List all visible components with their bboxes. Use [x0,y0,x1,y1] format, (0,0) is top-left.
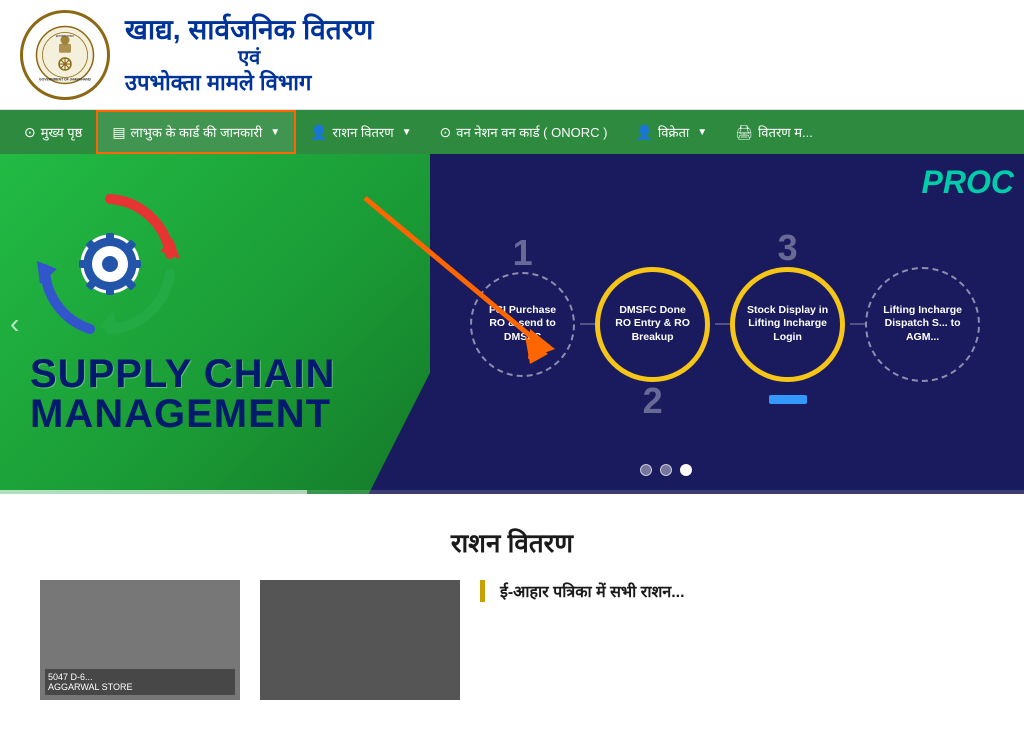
step-circle-2: DMSFC Done RO Entry & RO Breakup [595,267,710,382]
connector-2 [715,323,730,325]
step-number-4: 4 [913,380,933,382]
circle-icon: ⊙ [440,124,452,141]
supply-text: SUPPLY CHAIN [30,354,335,394]
process-step-1: 1 FCI Purchase RO & send to DMSFC [470,272,575,377]
ration-grid: 5047 D-6... AGGARWAL STORE ई-आहार पत्रिक… [40,580,984,700]
step-circle-3: Stock Display in Lifting Incharge Login [730,267,845,382]
chevron-down-icon: ▼ [270,127,280,138]
chevron-down-icon-2: ▼ [402,127,412,138]
emblem-icon: GOVERNMENT OF JHARKHAND झारखण्ड सरकार [35,25,95,85]
page-header: GOVERNMENT OF JHARKHAND झारखण्ड सरकार खा… [0,0,1024,110]
home-icon: ⊙ [24,124,36,141]
gear-graphic [25,179,195,349]
title-line3: उपभोक्ता मामले विभाग [125,70,373,96]
ration-card-title: ई-आहार पत्रिका में सभी राशन... [500,580,984,602]
process-step-4: Lifting Incharge Dispatch S... to AGM...… [865,267,980,382]
dot-1 [640,464,652,476]
nav-onorc[interactable]: ⊙ वन नेशन वन कार्ड ( ONORC ) [426,110,622,154]
management-text: MANAGEMENT [30,394,335,434]
progress-bar-bg [0,490,1024,494]
step-number-3: 3 [778,227,798,269]
ration-image-2 [260,580,460,700]
progress-bar-fill [0,490,307,494]
step-circle-1: FCI Purchase RO & send to DMSFC [470,272,575,377]
svg-text:झारखण्ड सरकार: झारखण्ड सरकार [56,34,75,38]
nav-seller[interactable]: 👤 विक्रेता ▼ [621,110,721,154]
process-step-2: DMSFC Done RO Entry & RO Breakup 2 [595,267,710,382]
nav-home[interactable]: ⊙ मुख्य पृष्ठ [10,110,96,154]
seller-icon: 👤 [635,124,652,141]
card-icon: ▤ [112,124,125,141]
nav-distribution[interactable]: 🖨 वितरण म... [721,110,827,154]
hero-banner: SUPPLY CHAIN MANAGEMENT ‹ PROC 1 FCI Pur… [0,154,1024,494]
step-circle-4: Lifting Incharge Dispatch S... to AGM... [865,267,980,382]
main-nav: ⊙ मुख्य पृष्ठ ▤ लाभुक के कार्ड की जानकार… [0,110,1024,154]
supply-chain-title: SUPPLY CHAIN MANAGEMENT [30,354,335,434]
step-number-2: 2 [643,380,663,422]
connector-3 [850,323,865,325]
step-progress-bar [769,395,807,404]
department-title: खाद्य, सार्वजनिक वितरण एवं उपभोक्ता मामल… [125,13,373,97]
title-line1: खाद्य, सार्वजनिक वितरण [125,13,373,47]
svg-text:GOVERNMENT OF JHARKHAND: GOVERNMENT OF JHARKHAND [39,77,91,81]
process-step-3: 3 Stock Display in Lifting Incharge Logi… [730,267,845,382]
step-number-1: 1 [513,232,533,274]
ration-section-title: राशन वितरण [40,524,984,560]
person-icon: 👤 [310,124,327,141]
print-icon: 🖨 [735,124,753,141]
nav-ration[interactable]: 👤 राशन वितरण ▼ [296,110,425,154]
dot-2 [660,464,672,476]
prev-button[interactable]: ‹ [10,308,19,340]
chevron-down-icon-3: ▼ [697,127,707,138]
proc-label: PROC [922,164,1014,201]
dot-3-active [680,464,692,476]
slideshow-dots [640,464,692,476]
lower-section: राशन वितरण 5047 D-6... AGGARWAL STORE ई-… [0,494,1024,730]
ration-info-card: ई-आहार पत्रिका में सभी राशन... [480,580,984,602]
logo: GOVERNMENT OF JHARKHAND झारखण्ड सरकार [20,10,110,100]
title-line2: एवं [125,46,373,70]
connector-1 [580,323,595,325]
nav-beneficiary-card[interactable]: ▤ लाभुक के कार्ड की जानकारी ▼ [96,110,296,154]
ration-image-1: 5047 D-6... AGGARWAL STORE [40,580,240,700]
